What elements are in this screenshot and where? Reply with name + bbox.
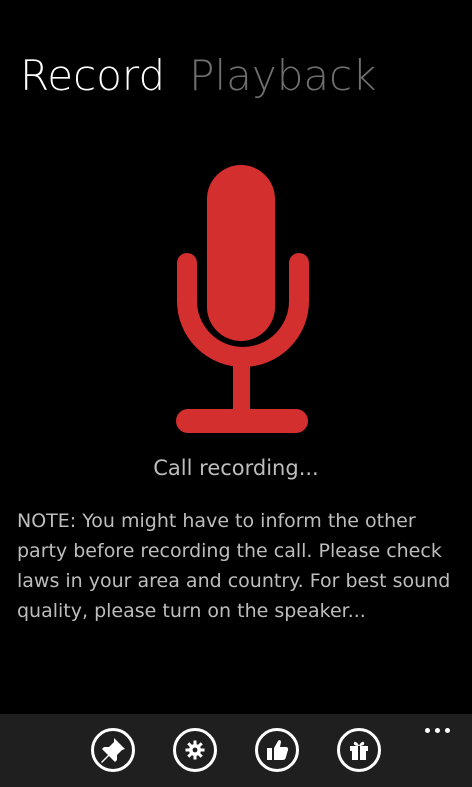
gift-button[interactable] [337, 728, 381, 772]
like-button[interactable] [255, 728, 299, 772]
settings-icon [185, 740, 205, 760]
app-bar [0, 714, 472, 787]
pivot-header: Record Playback [20, 50, 377, 102]
gift-icon [350, 741, 368, 760]
pin-icon [101, 738, 125, 763]
tab-playback[interactable]: Playback [189, 50, 376, 102]
recording-status: Call recording... [153, 456, 319, 480]
microphone-icon [173, 165, 313, 437]
more-icon[interactable] [421, 724, 454, 737]
thumbs-up-icon [267, 740, 289, 760]
tab-record[interactable]: Record [20, 50, 165, 102]
note-text: NOTE: You might have to inform the other… [17, 510, 451, 622]
settings-button[interactable] [173, 728, 217, 772]
pin-button[interactable] [91, 728, 135, 772]
